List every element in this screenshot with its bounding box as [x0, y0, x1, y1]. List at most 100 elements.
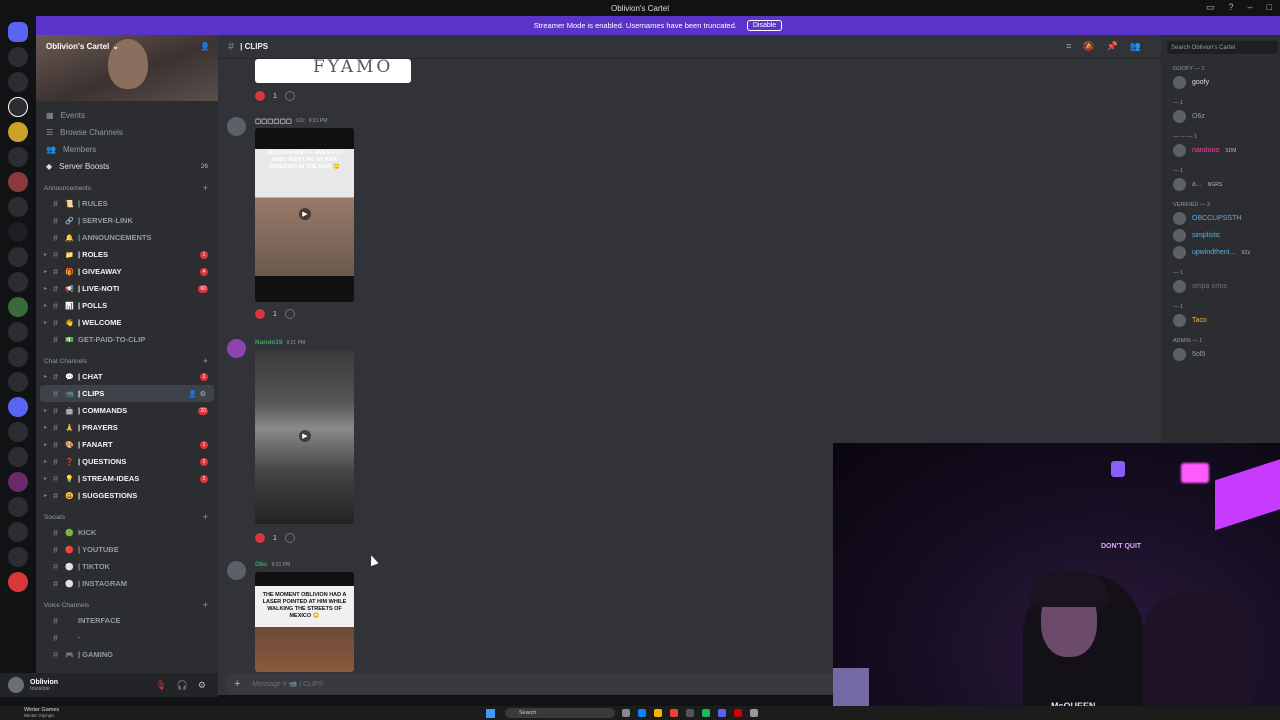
nav-browse-channels[interactable]: ☰ Browse Channels	[36, 124, 218, 141]
server-icon[interactable]	[8, 72, 28, 92]
author-name[interactable]: Obc	[255, 561, 268, 568]
nav-events[interactable]: ▦ Events	[36, 107, 218, 124]
member-item[interactable]: Taco	[1161, 312, 1280, 329]
channel-item[interactable]: ▸ # 🤖 | COMMANDS 20	[36, 402, 218, 419]
server-icon[interactable]	[8, 272, 28, 292]
search-input[interactable]: Search Oblivion's Cartel	[1167, 41, 1278, 54]
deafen-icon[interactable]: 🎧	[177, 680, 188, 691]
server-icon[interactable]	[8, 347, 28, 367]
channel-item[interactable]: ▸ # 📊 | POLLS	[36, 297, 218, 314]
server-name[interactable]: Oblivion's Cartel ⌄	[46, 42, 119, 51]
channel-item[interactable]: # ⚪ | TIKTOK	[36, 558, 218, 575]
server-icon[interactable]	[8, 497, 28, 517]
channel-item[interactable]: ▸ # 💡 | STREAM-IDEAS 2	[36, 470, 218, 487]
avatar[interactable]	[227, 561, 246, 580]
server-icon[interactable]	[8, 447, 28, 467]
member-item[interactable]: 5ol5	[1161, 346, 1280, 363]
threads-icon[interactable]: ⌗	[1066, 41, 1071, 52]
server-icon[interactable]	[8, 47, 28, 67]
channel-item[interactable]: ▸ # 🎨 | FANART 1	[36, 436, 218, 453]
video-thumbnail[interactable]: THE MOMENT OBLIVION HAD A LASER POINTED …	[255, 572, 354, 672]
gear-icon[interactable]: ⚙	[198, 680, 206, 691]
add-channel-icon[interactable]: +	[203, 356, 208, 366]
member-item[interactable]: simplistic	[1161, 227, 1280, 244]
avatar[interactable]	[227, 339, 246, 358]
app-icon[interactable]	[750, 709, 758, 717]
channel-item[interactable]: # 🔴 | YOUTUBE	[36, 541, 218, 558]
add-channel-icon[interactable]: +	[203, 183, 208, 193]
invite-icon[interactable]: 👤	[200, 42, 210, 51]
chrome-icon[interactable]	[670, 709, 678, 717]
taskbar-search[interactable]: Search	[505, 708, 615, 718]
server-icon[interactable]	[8, 472, 28, 492]
edge-icon[interactable]	[638, 709, 646, 717]
gear-icon[interactable]: ⚙	[200, 390, 206, 398]
reaction-emoji[interactable]	[255, 533, 265, 543]
inbox-icon[interactable]: ▭	[1206, 2, 1215, 13]
channel-item[interactable]: ▸ # 📢 | LIVE-NOTI 60	[36, 280, 218, 297]
weather-widget[interactable]: Winter Games Winter Olympic	[24, 707, 59, 719]
attach-plus-icon[interactable]: +	[234, 678, 240, 690]
help-icon[interactable]: ?	[1229, 2, 1234, 13]
member-item[interactable]: goofy	[1161, 74, 1280, 91]
channel-item[interactable]: ▸ # 🙏 | Prayers	[36, 419, 218, 436]
server-icon[interactable]	[8, 147, 28, 167]
invite-icon[interactable]: 👤	[188, 390, 197, 398]
author-name[interactable]: Nando19	[255, 339, 282, 346]
mute-icon[interactable]: 🎙	[155, 680, 166, 691]
channel-item[interactable]: ▸ # 📁 | ROLES 1	[36, 246, 218, 263]
avatar[interactable]	[8, 677, 24, 693]
category-announcements[interactable]: Announcements +	[36, 181, 218, 195]
channel-item[interactable]: # 💵 GET-PAID-TO-CLIP	[36, 331, 218, 348]
server-icon[interactable]	[8, 222, 28, 242]
reaction-emoji[interactable]	[255, 91, 265, 101]
category-voice[interactable]: Voice Channels +	[36, 598, 218, 612]
add-reaction-icon[interactable]	[284, 533, 295, 543]
nav-server-boosts[interactable]: ◆ Server Boosts 26	[36, 158, 218, 175]
member-item[interactable]: a... NGRS	[1161, 176, 1280, 193]
server-icon[interactable]	[8, 522, 28, 542]
add-reaction-icon[interactable]	[284, 309, 295, 319]
category-chat[interactable]: Chat Channels +	[36, 354, 218, 368]
member-item[interactable]: upwindtheni... XZz	[1161, 244, 1280, 261]
member-list-icon[interactable]: 👥	[1130, 41, 1141, 52]
channel-item[interactable]: ▸ # 💬 | CHAT 2	[36, 368, 218, 385]
user-info[interactable]: Oblivion Invisible	[30, 679, 58, 692]
maximize-icon[interactable]: □	[1267, 2, 1272, 13]
server-icon[interactable]	[8, 197, 28, 217]
reaction-emoji[interactable]	[255, 309, 265, 319]
server-icon[interactable]	[8, 247, 28, 267]
add-channel-icon[interactable]: +	[203, 512, 208, 522]
channel-item[interactable]: # ·	[36, 629, 218, 646]
direct-messages-icon[interactable]	[8, 22, 28, 42]
category-socials[interactable]: Socials +	[36, 510, 218, 524]
server-icon[interactable]	[8, 397, 28, 417]
member-item[interactable]: nandooo SDM	[1161, 142, 1280, 159]
play-icon[interactable]: ▶	[299, 208, 311, 220]
server-icon[interactable]	[8, 122, 28, 142]
channel-item[interactable]: # 🎮 | GAMING	[36, 646, 218, 663]
channel-item[interactable]: ▸ # 👋 | WELCOME	[36, 314, 218, 331]
disable-button[interactable]: Disable	[746, 20, 783, 31]
add-channel-icon[interactable]: +	[203, 600, 208, 610]
avatar[interactable]	[227, 117, 246, 136]
windows-start-icon[interactable]	[486, 709, 495, 718]
minimize-icon[interactable]: –	[1248, 2, 1253, 13]
member-item[interactable]: ompa ortos	[1161, 278, 1280, 295]
channel-item[interactable]: # 📜 | RULES	[36, 195, 218, 212]
message-image[interactable]: FYAMO	[255, 59, 411, 83]
server-icon[interactable]	[8, 547, 28, 567]
channel-item[interactable]: # ⚪ | INSTAGRAM	[36, 575, 218, 592]
channel-item[interactable]: ▸ # 🎁 | GIVEAWAY 4	[36, 263, 218, 280]
file-explorer-icon[interactable]	[654, 709, 662, 717]
server-icon[interactable]	[8, 297, 28, 317]
server-icon[interactable]	[8, 97, 28, 117]
channel-item[interactable]: # 🔔 | ANNOUNCEMENTS	[36, 229, 218, 246]
server-banner[interactable]: Oblivion's Cartel ⌄ 👤	[36, 35, 218, 101]
server-icon[interactable]	[8, 372, 28, 392]
channel-item[interactable]: # 🔗 | SERVER-LINK	[36, 212, 218, 229]
play-icon[interactable]: ▶	[299, 430, 311, 442]
channel-item[interactable]: # interface	[36, 612, 218, 629]
channel-item[interactable]: ▸ # ❓ | QUESTIONS 2	[36, 453, 218, 470]
app-icon[interactable]	[734, 709, 742, 717]
